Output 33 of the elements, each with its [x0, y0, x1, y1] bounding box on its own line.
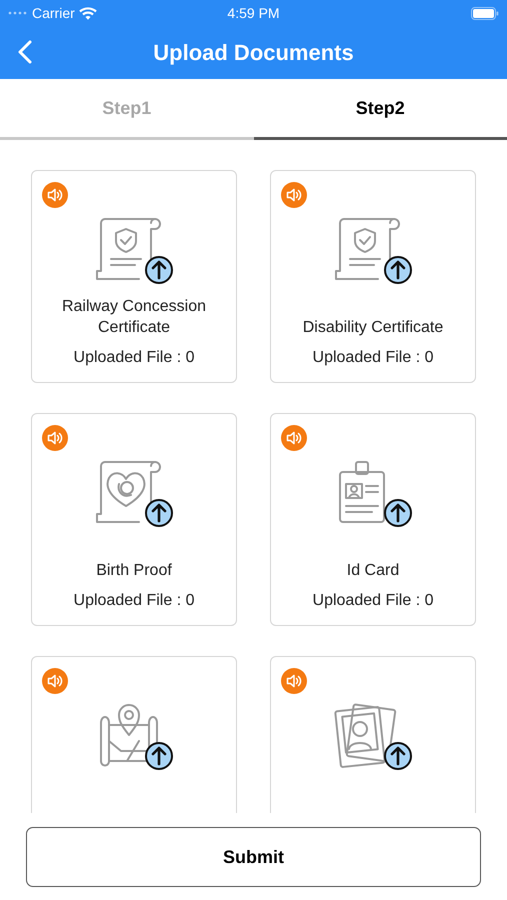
speaker-icon[interactable] [281, 182, 307, 208]
certificate-upload-icon [93, 215, 175, 287]
document-title: Birth Proof [95, 561, 173, 581]
submit-button[interactable]: Submit [26, 827, 481, 887]
document-card[interactable]: Id Card Uploaded File : 0 [270, 413, 476, 626]
document-title: Railway Concession Certificate [60, 297, 208, 338]
document-card[interactable] [31, 656, 237, 813]
document-title: Id Card [346, 561, 400, 581]
document-card[interactable]: Railway Concession Certificate Uploaded File : 0 [31, 170, 237, 383]
uploaded-file-count: Uploaded File : 0 [312, 591, 434, 611]
photo-upload-icon [332, 701, 414, 773]
heart-document-upload-icon [93, 458, 175, 530]
speaker-icon[interactable] [42, 425, 68, 451]
step-tab[interactable]: Step2 [254, 79, 507, 140]
clock-time: 4:59 PM [227, 4, 280, 22]
speaker-icon[interactable] [281, 668, 307, 694]
uploaded-file-count: Uploaded File : 0 [74, 591, 194, 611]
document-card[interactable] [270, 656, 476, 813]
document-title: Disability Certificate [302, 318, 444, 338]
back-chevron-icon [18, 40, 32, 64]
wifi-icon [78, 6, 97, 20]
certificate-upload-icon [332, 215, 414, 287]
carrier-name: Carrier [32, 4, 75, 22]
uploaded-file-count: Uploaded File : 0 [74, 348, 194, 368]
speaker-icon[interactable] [42, 668, 68, 694]
uploaded-file-count: Uploaded File : 0 [312, 348, 434, 368]
speaker-icon[interactable] [281, 425, 307, 451]
speaker-icon[interactable] [42, 182, 68, 208]
signal-icon [8, 11, 28, 15]
screen-title: Upload Documents [153, 39, 354, 67]
document-card[interactable]: Birth Proof Uploaded File : 0 [31, 413, 237, 626]
battery-icon [471, 6, 499, 20]
document-card[interactable]: Disability Certificate Uploaded File : 0 [270, 170, 476, 383]
